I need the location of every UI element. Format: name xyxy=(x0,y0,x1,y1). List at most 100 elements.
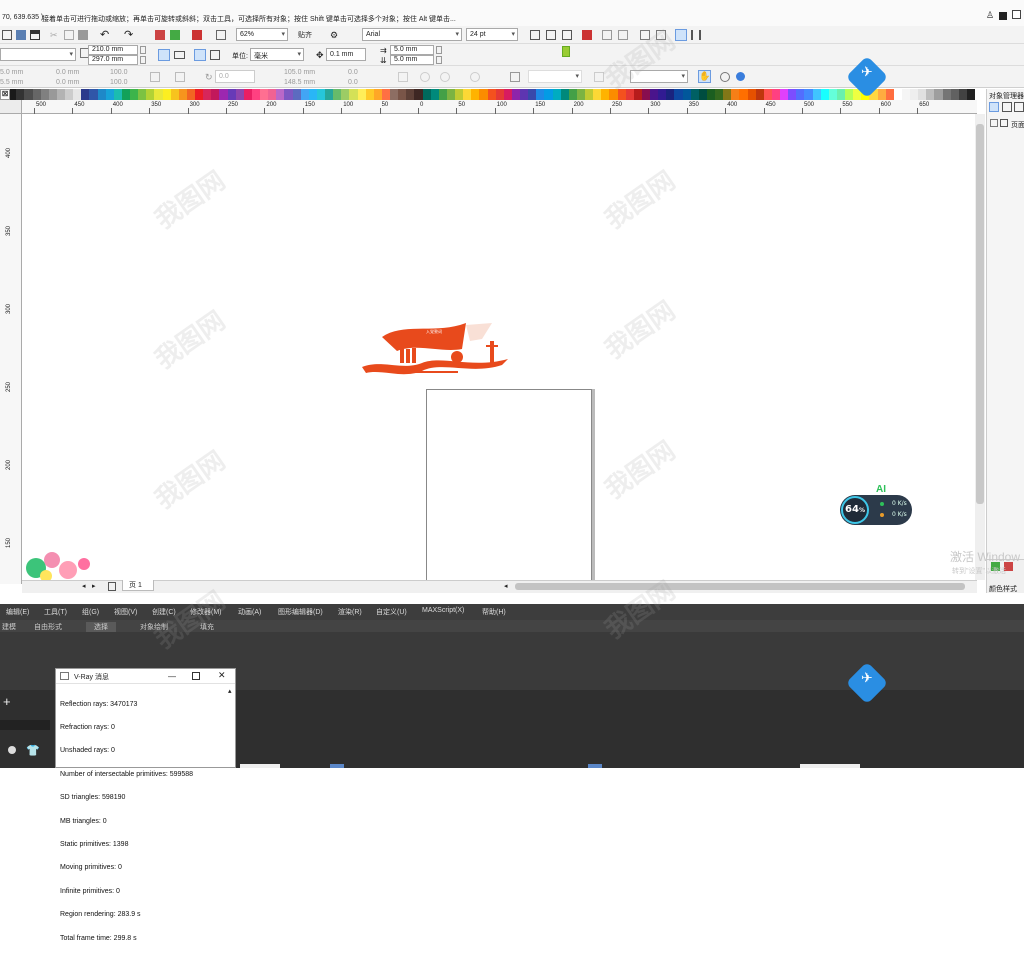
scroll-left-icon[interactable]: ◂ xyxy=(504,582,508,590)
maximize-icon[interactable] xyxy=(192,672,200,680)
palette-swatch[interactable] xyxy=(893,89,902,100)
palette-swatch[interactable] xyxy=(251,89,260,100)
align-left-icon[interactable] xyxy=(602,30,612,40)
palette-swatch[interactable] xyxy=(950,89,959,100)
copy-icon[interactable] xyxy=(64,30,74,40)
palette-swatch[interactable] xyxy=(48,89,57,100)
round-corner-icon[interactable] xyxy=(420,72,430,82)
max-ribbon-tab[interactable]: 自由形式 xyxy=(34,622,62,632)
scale-x-value[interactable]: 100.0 xyxy=(110,69,128,76)
palette-swatch[interactable] xyxy=(820,89,829,100)
palette-swatch[interactable] xyxy=(333,89,342,100)
palette-swatch[interactable] xyxy=(966,89,975,100)
horizontal-text-icon[interactable] xyxy=(675,29,687,41)
palette-swatch[interactable] xyxy=(552,89,561,100)
nudge-input[interactable]: 0.1 mm xyxy=(326,48,366,61)
minimize-icon[interactable]: — xyxy=(168,672,176,681)
no-color-icon[interactable]: ⊠ xyxy=(0,89,10,100)
page-node-label[interactable]: 页面 xyxy=(1011,120,1024,130)
add-page-icon[interactable] xyxy=(108,582,116,591)
text-color-icon[interactable] xyxy=(582,30,592,40)
palette-swatch[interactable] xyxy=(918,89,927,100)
palette-swatch[interactable] xyxy=(284,89,293,100)
palette-swatch[interactable] xyxy=(300,89,309,100)
palette-swatch[interactable] xyxy=(601,89,610,100)
palette-swatch[interactable] xyxy=(430,89,439,100)
scallop-icon[interactable] xyxy=(440,72,450,82)
max-menu-item[interactable]: 自定义(U) xyxy=(376,607,407,617)
max-menu-item[interactable]: 动画(A) xyxy=(238,607,261,617)
palette-swatch[interactable] xyxy=(650,89,659,100)
scale-y-value[interactable]: 100.0 xyxy=(110,79,128,86)
palette-swatch[interactable] xyxy=(804,89,813,100)
color-manager-icon[interactable] xyxy=(736,72,745,81)
zoom-level-select[interactable]: 62% xyxy=(236,28,288,41)
max-menu-item[interactable]: 编辑(E) xyxy=(6,607,29,617)
party-flag-artwork[interactable]: 入党誓词 xyxy=(362,319,510,379)
outline-swatch-icon[interactable] xyxy=(1012,10,1021,19)
palette-swatch[interactable] xyxy=(113,89,122,100)
palette-swatch[interactable] xyxy=(487,89,496,100)
height-spinner[interactable] xyxy=(140,56,146,64)
palette-swatch[interactable] xyxy=(292,89,301,100)
color-swatch-icon[interactable] xyxy=(999,12,1007,20)
align-center-icon[interactable] xyxy=(618,30,628,40)
print-icon[interactable] xyxy=(30,30,40,40)
palette-swatch[interactable] xyxy=(211,89,220,100)
palette-swatch[interactable] xyxy=(235,89,244,100)
close-icon[interactable]: ✕ xyxy=(218,670,226,681)
palette-swatch[interactable] xyxy=(73,89,82,100)
lock-ratio-icon[interactable] xyxy=(150,72,160,82)
palette-swatch[interactable] xyxy=(219,89,228,100)
document-icon[interactable] xyxy=(562,46,570,57)
vertical-text-icon[interactable] xyxy=(691,30,701,40)
width-spinner[interactable] xyxy=(140,46,146,54)
max-ribbon-tab[interactable]: 选择 xyxy=(86,622,116,632)
scroll-up-icon[interactable]: ▴ xyxy=(228,687,232,695)
palette-swatch[interactable] xyxy=(641,89,650,100)
options-icon[interactable]: ⚙ xyxy=(330,30,340,40)
layer-row[interactable] xyxy=(0,720,50,730)
palette-swatch[interactable] xyxy=(195,89,204,100)
redo-icon[interactable]: ↷ xyxy=(124,28,134,41)
palette-swatch[interactable] xyxy=(81,89,90,100)
color-eyedrop-icon[interactable] xyxy=(720,72,730,82)
palette-swatch[interactable] xyxy=(349,89,358,100)
size-w-value[interactable]: 0.0 mm xyxy=(56,69,79,76)
current-page-icon[interactable] xyxy=(210,50,220,60)
duplicate-y-input[interactable]: 5.0 mm xyxy=(390,55,434,65)
palette-swatch[interactable] xyxy=(308,89,317,100)
palette-swatch[interactable] xyxy=(365,89,374,100)
palette-swatch[interactable] xyxy=(414,89,423,100)
palette-swatch[interactable] xyxy=(901,89,910,100)
palette-swatch[interactable] xyxy=(40,89,49,100)
palette-swatch[interactable] xyxy=(178,89,187,100)
palette-swatch[interactable] xyxy=(674,89,683,100)
unit-select[interactable]: 毫米 xyxy=(250,48,304,61)
center-y-value[interactable]: 148.5 mm xyxy=(284,79,315,86)
layer-manager-icon[interactable] xyxy=(1014,102,1024,112)
palette-swatch[interactable] xyxy=(877,89,886,100)
pos-y-value[interactable]: 5.5 mm xyxy=(0,79,23,86)
document-page[interactable] xyxy=(426,389,592,581)
palette-swatch[interactable] xyxy=(585,89,594,100)
skew-h-value[interactable]: 0.0 xyxy=(348,69,358,76)
sphere-icon[interactable] xyxy=(8,746,16,754)
max-menu-item[interactable]: 视图(V) xyxy=(114,607,137,617)
chamfer-icon[interactable] xyxy=(470,72,480,82)
ink-icon[interactable]: ♙ xyxy=(986,10,994,21)
bold-icon[interactable] xyxy=(530,30,540,40)
palette-swatch[interactable] xyxy=(763,89,772,100)
palette-swatch[interactable] xyxy=(406,89,415,100)
palette-swatch[interactable] xyxy=(568,89,577,100)
export-icon[interactable] xyxy=(170,30,180,40)
font-size-select[interactable]: 24 pt xyxy=(466,28,518,41)
palette-swatch[interactable] xyxy=(511,89,520,100)
palette-swatch[interactable] xyxy=(438,89,447,100)
palette-swatch[interactable] xyxy=(146,89,155,100)
palette-swatch[interactable] xyxy=(503,89,512,100)
palette-swatch[interactable] xyxy=(203,89,212,100)
save-icon[interactable] xyxy=(16,30,26,40)
font-family-select[interactable]: Arial xyxy=(362,28,462,41)
palette-swatch[interactable] xyxy=(154,89,163,100)
